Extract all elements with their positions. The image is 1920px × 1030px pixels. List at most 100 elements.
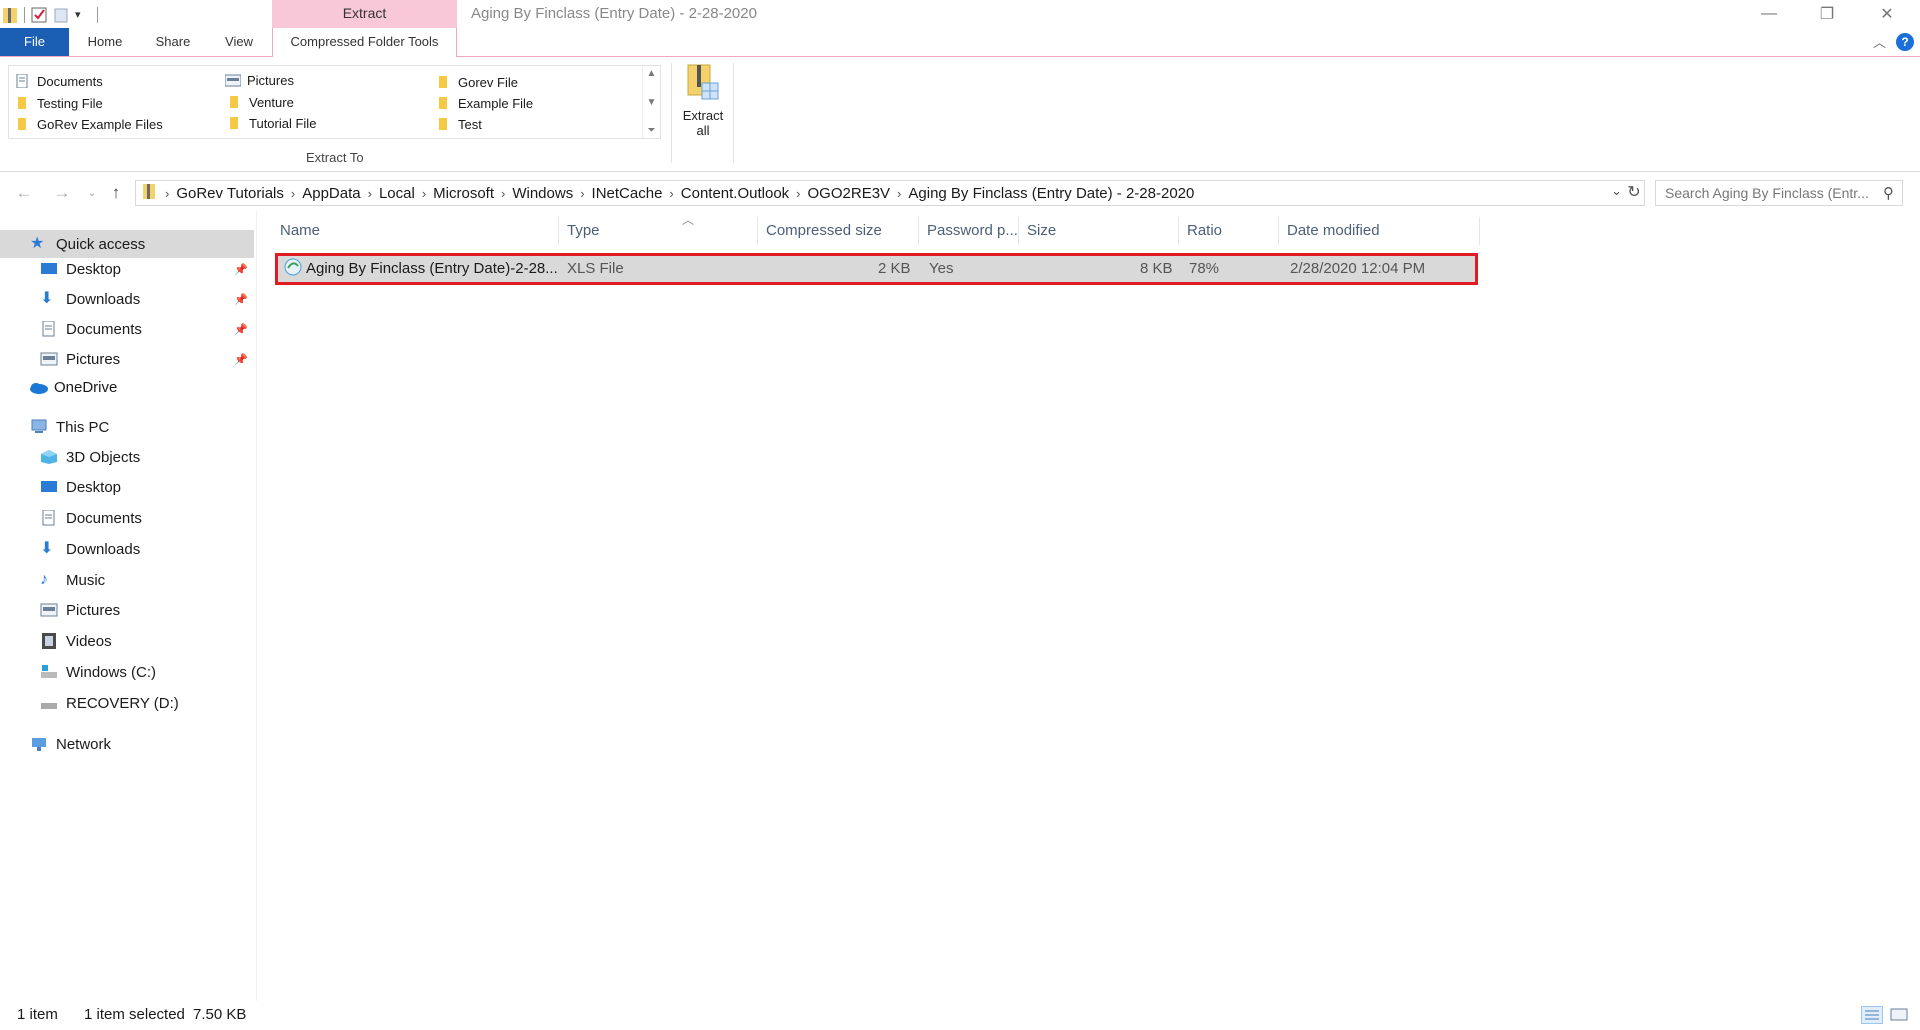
pin-icon[interactable]: 📌 bbox=[234, 353, 248, 366]
gallery-item-documents[interactable]: Documents bbox=[15, 70, 103, 92]
column-header-name[interactable]: Name bbox=[272, 217, 559, 245]
tab-home[interactable]: Home bbox=[80, 28, 130, 56]
pin-icon[interactable]: 📌 bbox=[234, 263, 248, 276]
table-row[interactable]: Aging By Finclass (Entry Date)-2-28... X… bbox=[275, 253, 1478, 285]
search-input[interactable]: Search Aging By Finclass (Entr... ⚲ bbox=[1655, 180, 1903, 206]
sidebar-item-network[interactable]: Network bbox=[0, 730, 254, 758]
breadcrumb-item[interactable]: OGO2RE3V bbox=[808, 185, 891, 202]
toolbar-separator bbox=[97, 7, 98, 23]
sidebar-item-videos[interactable]: Videos bbox=[0, 627, 254, 655]
tab-compressed-folder-tools[interactable]: Compressed Folder Tools bbox=[272, 28, 457, 58]
column-header-ratio[interactable]: Ratio bbox=[1179, 217, 1279, 245]
pin-icon[interactable]: 📌 bbox=[234, 323, 248, 336]
customize-toolbar-icon[interactable]: ▾ bbox=[75, 6, 91, 24]
column-header-size[interactable]: Size bbox=[1019, 217, 1179, 245]
new-folder-icon[interactable] bbox=[53, 6, 69, 24]
sidebar-item-desktop-pc[interactable]: Desktop bbox=[0, 473, 254, 501]
expand-gallery-icon[interactable]: ⏷ bbox=[648, 125, 656, 136]
gallery-item-example-file[interactable]: Example File bbox=[436, 92, 533, 114]
sidebar-item-documents[interactable]: Documents 📌 bbox=[0, 315, 254, 343]
tab-share[interactable]: Share bbox=[148, 28, 198, 56]
sidebar-item-downloads-pc[interactable]: ⬇ Downloads bbox=[0, 535, 254, 563]
breadcrumb-item[interactable]: Local bbox=[379, 185, 415, 202]
sidebar-item-documents-pc[interactable]: Documents bbox=[0, 504, 254, 532]
tab-view[interactable]: View bbox=[214, 28, 264, 56]
gallery-item-venture[interactable]: Venture bbox=[227, 91, 294, 113]
breadcrumb-item[interactable]: GoRev Tutorials bbox=[176, 185, 284, 202]
chevron-down-icon[interactable]: ▼ bbox=[647, 97, 657, 108]
navigation-pane: ★ Quick access Desktop 📌 ⬇ Downloads 📌 D… bbox=[0, 230, 256, 1000]
pane-divider bbox=[256, 211, 257, 1001]
sidebar-item-windows-c[interactable]: Windows (C:) bbox=[0, 658, 254, 686]
sidebar-item-this-pc[interactable]: This PC bbox=[0, 413, 254, 441]
breadcrumb-item[interactable]: Aging By Finclass (Entry Date) - 2-28-20… bbox=[908, 185, 1194, 202]
gallery-scrollbar[interactable]: ▲ ▼ ⏷ bbox=[642, 66, 660, 138]
refresh-button[interactable]: ↻ bbox=[1621, 180, 1647, 206]
chevron-right-icon[interactable]: › bbox=[573, 186, 591, 201]
sidebar-item-downloads[interactable]: ⬇ Downloads 📌 bbox=[0, 285, 254, 313]
extract-all-icon bbox=[686, 63, 720, 106]
sidebar-item-3d-objects[interactable]: 3D Objects bbox=[0, 443, 254, 471]
chevron-up-icon[interactable]: ▲ bbox=[647, 68, 657, 79]
chevron-right-icon[interactable]: › bbox=[494, 186, 512, 201]
pin-icon[interactable]: 📌 bbox=[234, 293, 248, 306]
group-divider bbox=[671, 63, 672, 163]
selection-size: 7.50 KB bbox=[193, 1006, 247, 1023]
restore-button[interactable]: ❐ bbox=[1798, 0, 1856, 28]
forward-button[interactable]: → bbox=[50, 181, 74, 205]
column-header-date-modified[interactable]: Date modified bbox=[1279, 217, 1480, 245]
arrow-left-icon: ← bbox=[15, 183, 33, 202]
close-button[interactable]: ✕ bbox=[1858, 0, 1916, 28]
details-view-button[interactable] bbox=[1861, 1006, 1883, 1024]
file-type: XLS File bbox=[567, 260, 624, 277]
column-header-password[interactable]: Password p... bbox=[919, 217, 1019, 245]
extract-all-button[interactable]: Extract all bbox=[678, 63, 728, 159]
column-header-type[interactable]: Type bbox=[559, 217, 758, 245]
minimize-button[interactable]: — bbox=[1740, 0, 1798, 28]
address-bar[interactable]: › GoRev Tutorials › AppData › Local › Mi… bbox=[135, 180, 1645, 206]
back-button[interactable]: ← bbox=[12, 181, 36, 205]
gallery-item-pictures[interactable]: Pictures bbox=[224, 69, 294, 91]
gallery-item-test[interactable]: Test bbox=[436, 113, 482, 135]
chevron-right-icon[interactable]: › bbox=[662, 186, 680, 201]
properties-icon[interactable] bbox=[31, 6, 47, 24]
sidebar-item-pictures-pc[interactable]: Pictures bbox=[0, 596, 254, 624]
cube-icon bbox=[40, 449, 58, 465]
chevron-right-icon[interactable]: › bbox=[789, 186, 807, 201]
gallery-item-gorev-example-files[interactable]: GoRev Example Files bbox=[15, 113, 163, 135]
sidebar-item-music[interactable]: ♪ Music bbox=[0, 566, 254, 594]
cloud-icon bbox=[28, 379, 48, 395]
help-icon[interactable]: ? bbox=[1896, 32, 1914, 51]
column-header-compressed-size[interactable]: Compressed size bbox=[758, 217, 919, 245]
zip-folder-icon bbox=[2, 6, 18, 24]
breadcrumb-item[interactable]: INetCache bbox=[592, 185, 663, 202]
sidebar-item-pictures[interactable]: Pictures 📌 bbox=[0, 345, 254, 373]
sidebar-item-quick-access[interactable]: ★ Quick access bbox=[0, 230, 254, 258]
breadcrumb-item[interactable]: AppData bbox=[302, 185, 360, 202]
pictures-icon bbox=[40, 351, 58, 367]
breadcrumb-item[interactable]: Content.Outlook bbox=[681, 185, 789, 202]
breadcrumb-item[interactable]: Microsoft bbox=[433, 185, 494, 202]
tab-file[interactable]: File bbox=[0, 28, 69, 56]
chevron-right-icon[interactable]: › bbox=[284, 186, 302, 201]
up-button[interactable]: ↑ bbox=[104, 181, 128, 205]
collapse-ribbon-icon[interactable]: ︿ bbox=[1873, 32, 1886, 51]
gallery-item-gorev-file[interactable]: Gorev File bbox=[436, 71, 518, 93]
sidebar-item-recovery-d[interactable]: RECOVERY (D:) bbox=[0, 689, 254, 717]
sidebar-item-onedrive[interactable]: OneDrive bbox=[0, 373, 254, 401]
chevron-right-icon[interactable]: › bbox=[890, 186, 908, 201]
item-count: 1 item bbox=[17, 1006, 58, 1023]
large-icons-view-button[interactable] bbox=[1889, 1006, 1911, 1024]
download-icon: ⬇ bbox=[40, 290, 54, 307]
navigation-bar: ← → ⌄ ↑ › GoRev Tutorials › AppData › Lo… bbox=[0, 175, 1920, 211]
desktop-icon bbox=[40, 261, 58, 277]
breadcrumb-item[interactable]: Windows bbox=[512, 185, 573, 202]
chevron-right-icon[interactable]: › bbox=[361, 186, 379, 201]
file-password: Yes bbox=[929, 260, 954, 277]
recent-locations-button[interactable]: ⌄ bbox=[80, 181, 104, 205]
gallery-item-tutorial-file[interactable]: Tutorial File bbox=[227, 112, 316, 134]
chevron-right-icon[interactable]: › bbox=[415, 186, 433, 201]
sidebar-item-desktop[interactable]: Desktop 📌 bbox=[0, 255, 254, 283]
gallery-item-testing-file[interactable]: Testing File bbox=[15, 92, 103, 114]
chevron-right-icon: › bbox=[165, 185, 170, 201]
